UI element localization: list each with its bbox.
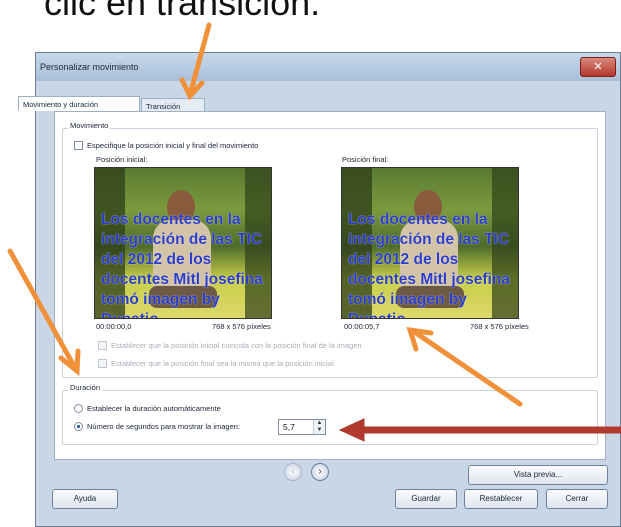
arrow-to-end-time	[413, 330, 523, 407]
annotation-arrows	[7, 22, 621, 442]
orange-arrows	[7, 22, 523, 407]
red-arrow	[338, 418, 621, 442]
arrow-to-transition-tab	[188, 22, 212, 94]
arrow-to-duration	[7, 248, 77, 369]
arrow-to-seconds-head	[338, 418, 365, 442]
